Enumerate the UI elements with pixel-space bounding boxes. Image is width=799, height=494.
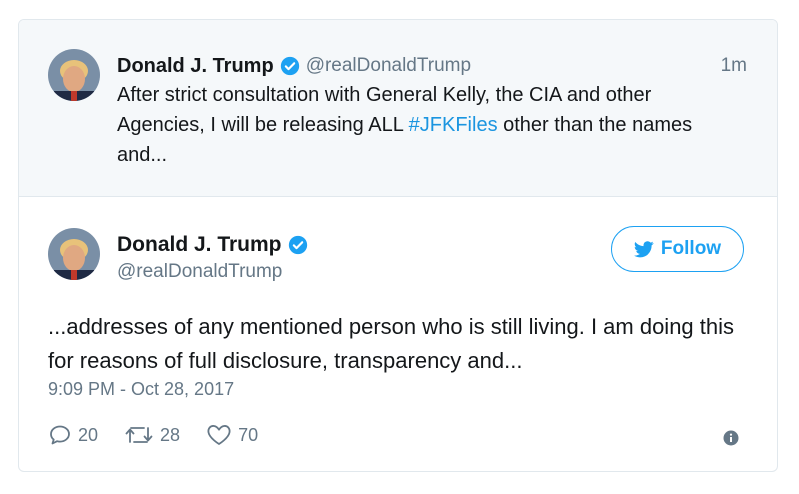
follow-label: Follow [660, 238, 722, 259]
tweet-time[interactable]: 1m [721, 55, 747, 77]
parent-tweet-text: After strict consultation with General K… [117, 80, 737, 170]
retweet-count: 28 [160, 424, 181, 445]
heart-icon [207, 425, 231, 445]
like-count: 70 [238, 424, 259, 445]
parent-tweet-header: Donald J. Trump @realDonaldTrump [117, 53, 471, 79]
tweet-actions: 20 28 70 [48, 423, 284, 447]
embedded-tweet-card: Donald J. Trump @realDonaldTrump 1m Afte… [18, 19, 778, 472]
reply-count: 20 [78, 424, 99, 445]
like-button[interactable]: 70 [206, 423, 258, 447]
tweet-timestamp[interactable]: 9:09 PM - Oct 28, 2017 [48, 379, 234, 400]
avatar[interactable] [48, 228, 100, 280]
retweet-button[interactable]: 28 [124, 423, 180, 447]
retweet-icon [125, 427, 153, 443]
verified-badge-icon [288, 235, 307, 255]
reply-button[interactable]: 20 [48, 423, 98, 447]
avatar[interactable] [48, 49, 100, 101]
author-handle[interactable]: @realDonaldTrump [117, 261, 308, 283]
author-name[interactable]: Donald J. Trump [117, 233, 282, 257]
main-tweet-author[interactable]: Donald J. Trump @realDonaldTrump [117, 231, 308, 283]
info-icon[interactable] [723, 430, 739, 446]
author-name[interactable]: Donald J. Trump [117, 55, 274, 78]
verified-badge-icon [280, 56, 299, 76]
author-handle[interactable]: @realDonaldTrump [306, 55, 471, 77]
hashtag-link[interactable]: #JFKFiles [409, 114, 498, 136]
reply-icon [50, 425, 70, 445]
parent-tweet[interactable]: Donald J. Trump @realDonaldTrump 1m Afte… [19, 20, 777, 197]
main-tweet-text: ...addresses of any mentioned person who… [48, 314, 735, 373]
twitter-bird-icon [633, 240, 654, 257]
follow-button[interactable]: Follow [611, 226, 744, 272]
